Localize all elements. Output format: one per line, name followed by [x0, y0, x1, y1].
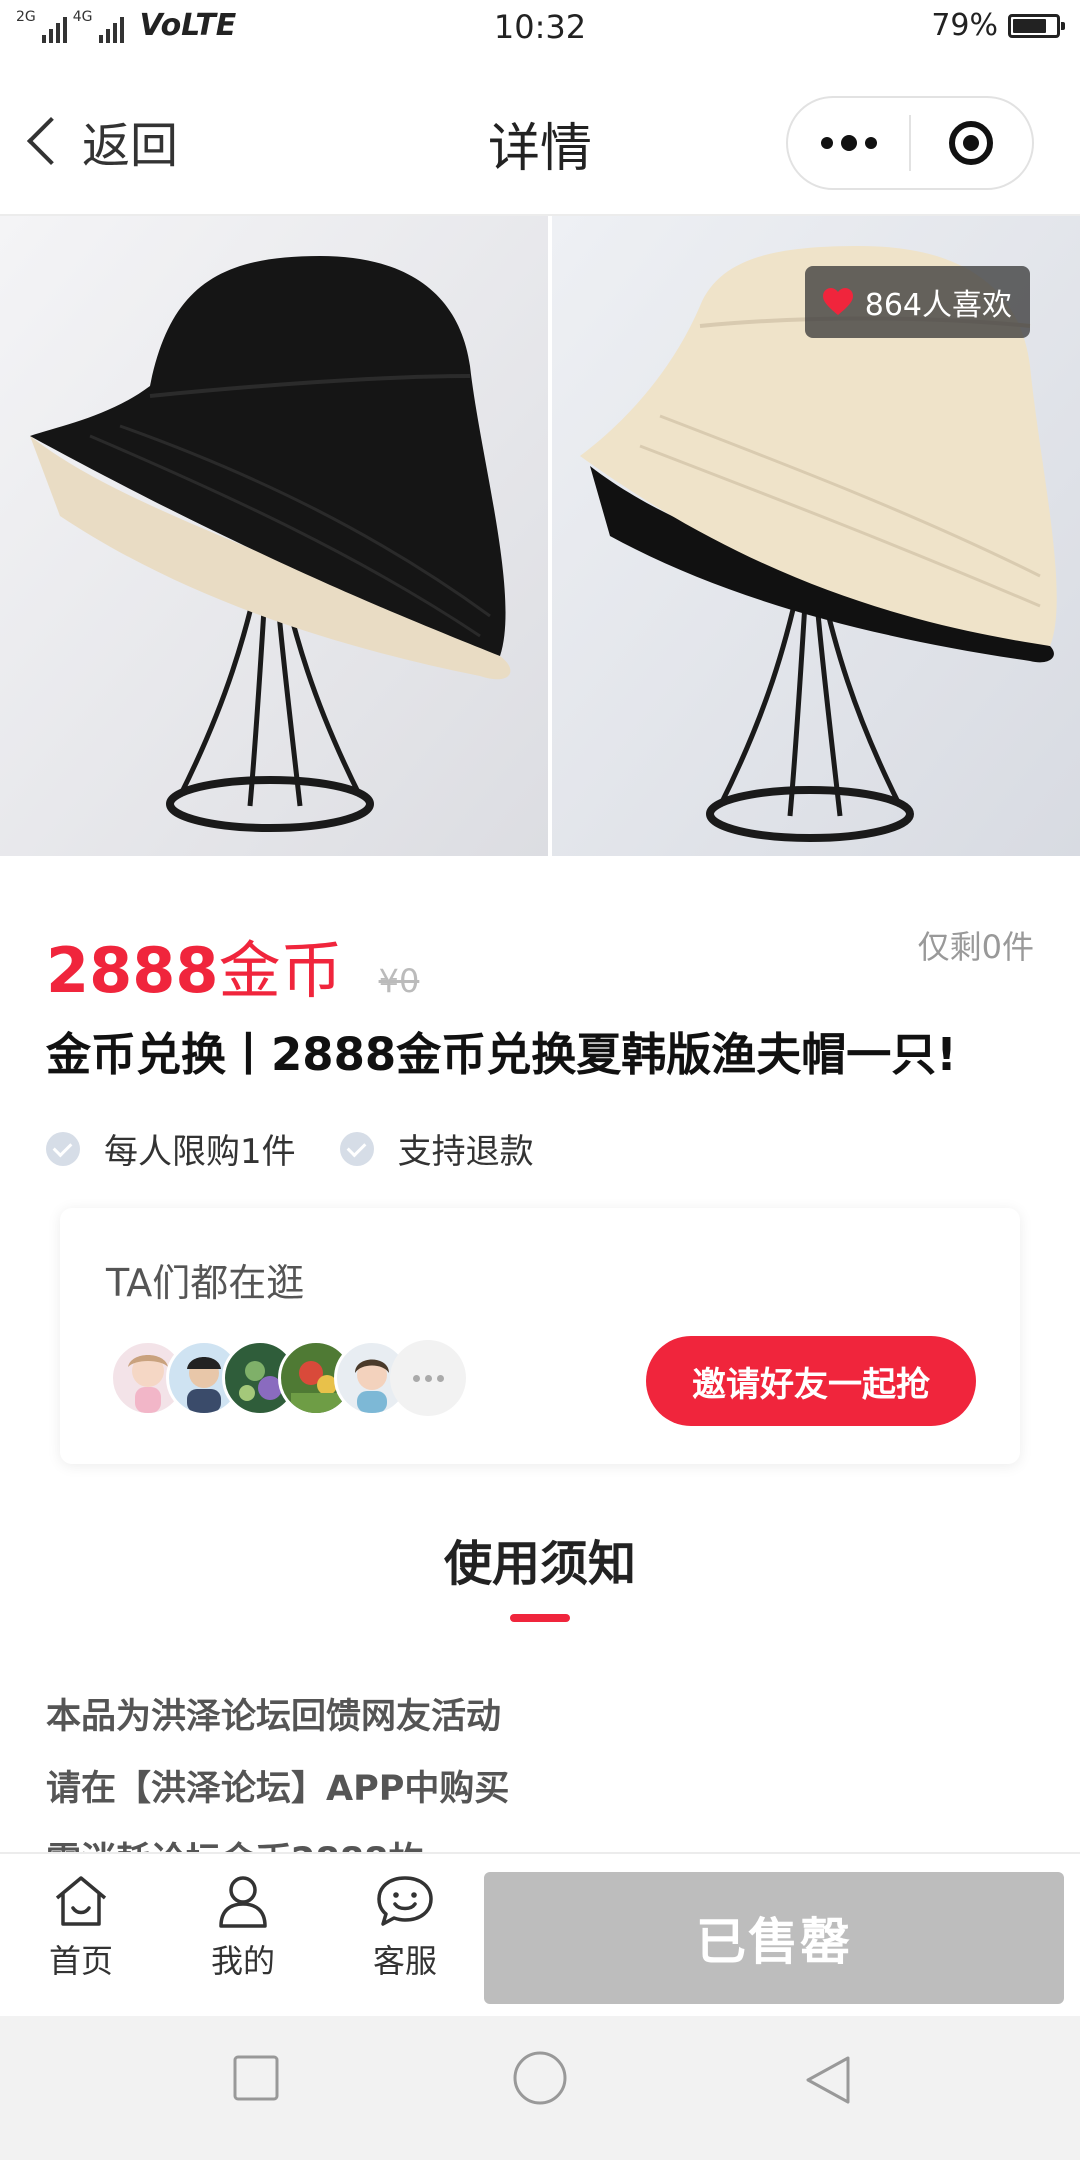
browsing-card: TA们都在逛 邀请好友一起抢	[60, 1208, 1020, 1464]
price-unit: 金币	[218, 934, 343, 1007]
tags-row: 每人限购1件 支持退款	[46, 1124, 578, 1173]
avatar-stack	[110, 1340, 466, 1416]
tag-limit: 每人限购1件	[46, 1124, 296, 1173]
service-tab[interactable]: 客服	[340, 1874, 470, 1982]
battery-icon	[1008, 13, 1065, 38]
notice-line: 请在【洪泽论坛】APP中购买	[46, 1769, 510, 1809]
browsing-title: TA们都在逛	[106, 1261, 305, 1305]
tag-label: 每人限购1件	[104, 1132, 296, 1172]
invite-friends-button[interactable]: 邀请好友一起抢	[646, 1336, 976, 1426]
target-icon	[949, 121, 994, 165]
user-icon	[219, 1876, 267, 1928]
home-nav-button[interactable]	[512, 2050, 568, 2110]
nav-bar: 返回 详情	[0, 56, 1080, 216]
mine-label: 我的	[210, 1942, 275, 1980]
miniprogram-capsule	[786, 96, 1034, 190]
likes-badge: 864人喜欢	[804, 266, 1030, 338]
tag-label: 支持退款	[397, 1132, 534, 1172]
original-price: ¥0	[378, 962, 420, 1000]
notice-underline	[510, 1614, 570, 1622]
chat-smile-icon	[377, 1876, 433, 1926]
square-icon	[233, 2055, 279, 2101]
price-value: 2888	[46, 934, 219, 1007]
check-circle-icon	[46, 1131, 80, 1166]
triangle-back-icon	[806, 2056, 850, 2104]
mine-tab[interactable]: 我的	[178, 1874, 308, 1982]
more-dots-icon	[820, 137, 833, 149]
heart-icon	[822, 288, 853, 315]
likes-count: 864人喜欢	[864, 288, 1012, 323]
notice-line: 本品为洪泽论坛回馈网友活动	[46, 1697, 502, 1737]
recent-apps-button[interactable]	[232, 2054, 280, 2106]
back-button[interactable]: 返回	[20, 106, 178, 176]
bottom-action-bar: 首页 我的 客服 已售罄	[0, 1852, 1080, 2016]
home-icon	[55, 1876, 107, 1926]
stock-remaining: 仅剩0件	[917, 928, 1034, 966]
more-avatars-icon	[390, 1340, 466, 1416]
back-label: 返回	[82, 118, 179, 174]
service-label: 客服	[372, 1942, 437, 1980]
more-button[interactable]	[788, 98, 909, 188]
close-miniprogram-button[interactable]	[911, 98, 1032, 188]
status-bar: 2G 4G VoLTE 10:32 79%	[0, 0, 1080, 56]
battery-status: 79%	[931, 8, 1065, 43]
product-title: 金币兑换丨2888金币兑换夏韩版渔夫帽一只!	[46, 1028, 957, 1081]
check-circle-icon	[339, 1131, 374, 1166]
tag-refund: 支持退款	[339, 1124, 534, 1173]
chevron-left-icon	[26, 116, 76, 166]
back-nav-button[interactable]	[804, 2054, 852, 2110]
soldout-button[interactable]: 已售罄	[484, 1872, 1064, 2004]
home-tab[interactable]: 首页	[16, 1874, 146, 1982]
product-image[interactable]: 864人喜欢	[0, 216, 1080, 856]
circle-icon	[513, 2051, 567, 2105]
system-nav-bar	[0, 2016, 1080, 2160]
price-row: 2888 金币 ¥0	[46, 920, 419, 1010]
battery-percent: 79%	[931, 8, 998, 43]
notice-title: 使用须知	[443, 1536, 636, 1592]
clock: 10:32	[493, 8, 587, 46]
home-label: 首页	[48, 1942, 113, 1980]
